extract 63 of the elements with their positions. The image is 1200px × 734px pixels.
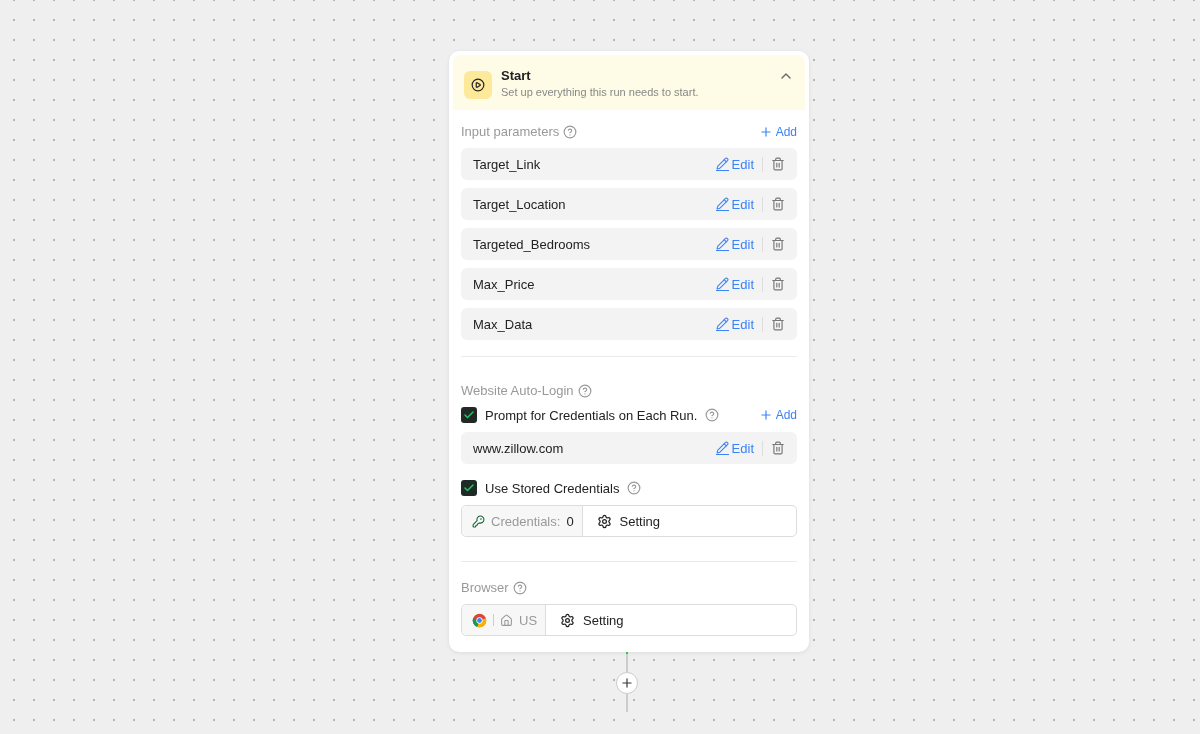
delete-button[interactable] (771, 317, 785, 331)
region-label: US (519, 612, 538, 628)
section-label: Website Auto-Login (461, 383, 574, 398)
delete-button[interactable] (771, 197, 785, 211)
settings-icon (560, 612, 576, 628)
pencil-icon (715, 237, 729, 251)
edit-button[interactable]: Edit (715, 440, 763, 456)
help-icon (563, 124, 578, 139)
section-label: Browser (461, 580, 509, 595)
trash-icon (771, 277, 785, 291)
delete-button[interactable] (771, 441, 785, 455)
node-subtitle: Set up everything this run needs to start. (501, 86, 700, 98)
row-name: Max_Price (473, 276, 536, 292)
pencil-icon (715, 441, 729, 455)
plus-icon (620, 676, 634, 690)
check-icon (463, 482, 475, 494)
delete-button[interactable] (771, 237, 785, 251)
plus-icon (758, 124, 773, 139)
checkbox[interactable] (461, 407, 477, 423)
add-step-button[interactable] (616, 672, 638, 694)
key-icon (472, 514, 485, 528)
trash-icon (771, 237, 785, 251)
setting-button[interactable]: Setting (546, 605, 796, 635)
node-title: Start (501, 68, 532, 83)
trash-icon (771, 197, 785, 211)
section-label: Input parameters (461, 124, 560, 139)
pencil-icon (715, 317, 729, 331)
help-icon (705, 408, 720, 422)
add-button[interactable]: Add (758, 124, 797, 139)
delete-button[interactable] (771, 277, 785, 291)
checkbox[interactable] (461, 480, 477, 496)
pencil-icon (715, 197, 729, 211)
row-name: Target_Link (473, 156, 542, 172)
trash-icon (771, 157, 785, 171)
credentials-count: 0 (566, 513, 574, 529)
pencil-icon (715, 277, 729, 291)
trash-icon (771, 441, 785, 455)
edit-button[interactable]: Edit (715, 276, 763, 292)
trash-icon (771, 317, 785, 331)
row-name: www.zillow.com (473, 440, 565, 456)
home-icon (500, 613, 513, 627)
help-icon (512, 580, 527, 595)
edit-button[interactable]: Edit (715, 156, 763, 172)
help-icon (577, 383, 592, 398)
delete-button[interactable] (771, 157, 785, 171)
add-button[interactable]: Add (758, 408, 797, 422)
row-name: Target_Location (473, 196, 567, 212)
row-name: Targeted_Bedrooms (473, 236, 592, 252)
check-icon (463, 409, 475, 421)
edit-button[interactable]: Edit (715, 196, 763, 212)
help-icon (627, 481, 642, 495)
checkbox-label: Prompt for Credentials on Each Run. (485, 407, 698, 423)
edit-button[interactable]: Edit (715, 236, 763, 252)
checkbox-label: Use Stored Credentials (485, 480, 620, 496)
credentials-label: Credentials: (491, 513, 561, 529)
settings-icon (596, 513, 612, 529)
setting-button[interactable]: Setting (582, 506, 796, 536)
play-icon (464, 71, 492, 99)
row-name: Max_Data (473, 316, 534, 332)
plus-icon (758, 408, 773, 422)
browser-logo-icon (472, 612, 487, 628)
edit-button[interactable]: Edit (715, 316, 763, 332)
pencil-icon (715, 157, 729, 171)
